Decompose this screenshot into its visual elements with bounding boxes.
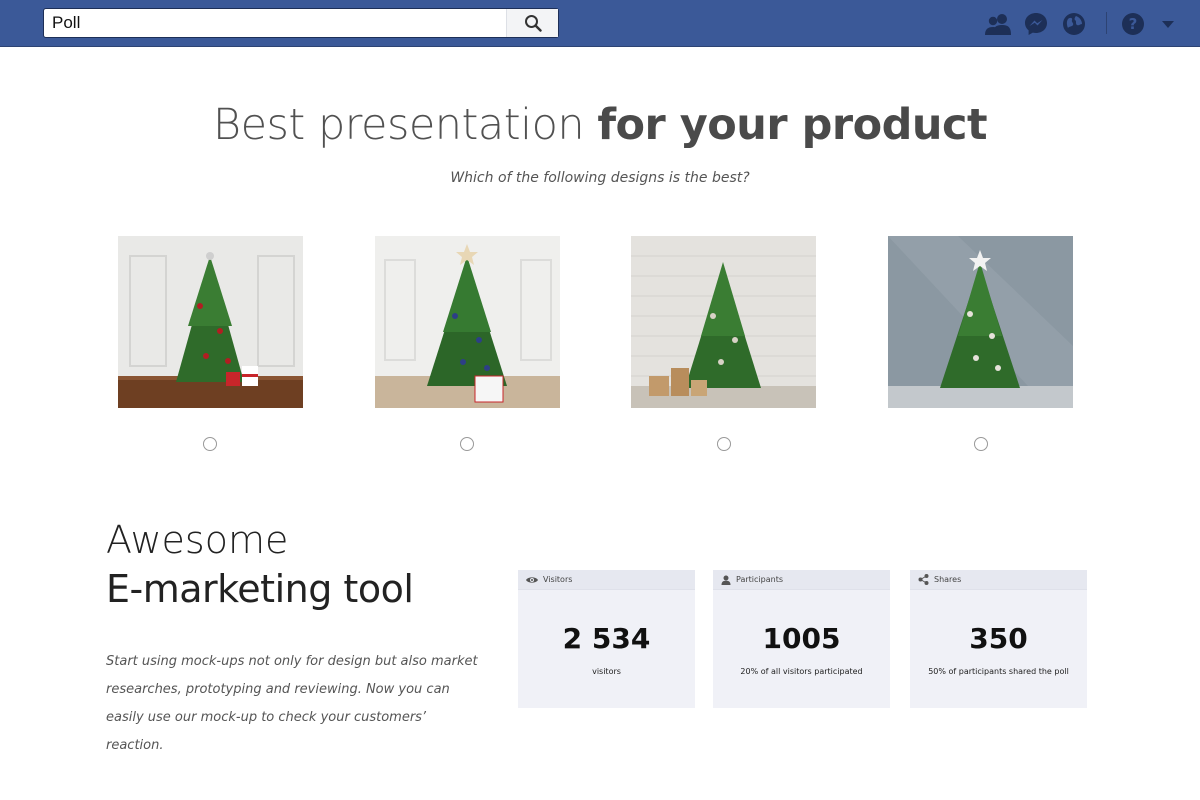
christmas-tree-image	[118, 236, 303, 408]
page-subtitle: Which of the following designs is the be…	[450, 170, 750, 186]
eye-icon	[526, 576, 538, 583]
top-bar: ?	[0, 0, 1200, 47]
caret-down-icon	[1162, 21, 1174, 28]
poll-option-4-radio[interactable]	[974, 437, 988, 451]
poll-option-2-radio[interactable]	[460, 437, 474, 451]
christmas-tree-image	[888, 236, 1073, 408]
notifications-button[interactable]	[1060, 10, 1088, 38]
stat-card-shares: Shares 350 50% of participants shared th…	[910, 570, 1087, 708]
friends-button[interactable]	[984, 10, 1012, 38]
poll-option-1-radio[interactable]	[203, 437, 217, 451]
stat-label: Participants	[736, 575, 783, 584]
poll-option-1-image[interactable]	[118, 236, 303, 408]
stat-card-header: Shares	[910, 570, 1087, 590]
stat-card-header: Participants	[713, 570, 890, 590]
page-title-light: Best presentation	[212, 100, 598, 150]
search-icon	[524, 15, 542, 32]
globe-icon	[1063, 13, 1085, 35]
marketing-heading-line2: E-marketing tool	[106, 567, 414, 611]
stat-label: Shares	[934, 575, 962, 584]
messenger-button[interactable]	[1022, 10, 1050, 38]
stat-value: 350	[969, 622, 1028, 655]
marketing-description: Start using mock-ups not only for design…	[106, 654, 478, 753]
stat-caption: 50% of participants shared the poll	[928, 667, 1069, 676]
poll-option-3-image[interactable]	[631, 236, 816, 408]
stat-caption: 20% of all visitors participated	[740, 667, 863, 676]
help-button[interactable]: ?	[1119, 10, 1147, 38]
share-icon	[918, 574, 929, 585]
friends-icon	[985, 14, 1011, 35]
poll-option-4-image[interactable]	[888, 236, 1073, 408]
person-icon	[721, 575, 731, 585]
help-icon: ?	[1122, 13, 1144, 35]
search-button[interactable]	[506, 9, 558, 37]
stat-value: 1005	[762, 622, 841, 655]
christmas-tree-image	[375, 236, 560, 408]
messenger-icon	[1025, 13, 1047, 35]
account-menu-button[interactable]	[1154, 10, 1182, 38]
poll-option-3-radio[interactable]	[717, 437, 731, 451]
svg-text:?: ?	[1129, 15, 1138, 33]
stat-card-header: Visitors	[518, 570, 695, 590]
stat-label: Visitors	[543, 575, 573, 584]
poll-option-2-image[interactable]	[375, 236, 560, 408]
stat-value: 2 534	[562, 622, 651, 655]
stat-card-participants: Participants 1005 20% of all visitors pa…	[713, 570, 890, 708]
search-box	[43, 8, 559, 38]
page-title: Best presentation for your product	[0, 100, 1200, 150]
topbar-divider	[1106, 12, 1107, 34]
christmas-tree-image	[631, 236, 816, 408]
stat-caption: visitors	[592, 667, 621, 676]
stat-card-visitors: Visitors 2 534 visitors	[518, 570, 695, 708]
page-title-bold: for your product	[597, 100, 988, 150]
marketing-heading-line1: Awesome	[106, 518, 289, 562]
search-input[interactable]	[44, 9, 506, 37]
